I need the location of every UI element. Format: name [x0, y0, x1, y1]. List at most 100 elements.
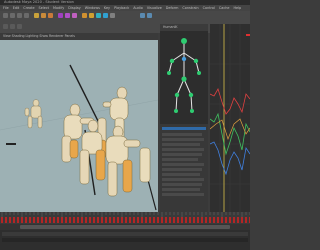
camera-icon[interactable]	[96, 13, 101, 18]
keyframe-marker	[105, 217, 107, 223]
keyframe-marker	[217, 217, 219, 223]
left-elbow-joint[interactable]	[169, 58, 175, 64]
keyframe-marker	[165, 217, 167, 223]
character-main-group	[61, 86, 151, 197]
head-joint[interactable]	[181, 38, 187, 44]
panel-layout-icon[interactable]	[140, 13, 145, 18]
attribute-row[interactable]	[162, 173, 200, 176]
attribute-row[interactable]	[162, 193, 204, 196]
keyframe-marker	[229, 217, 231, 223]
attribute-row[interactable]	[162, 138, 204, 141]
keyframe-marker	[133, 217, 135, 223]
range-bar[interactable]	[20, 225, 230, 229]
ground-marker	[6, 143, 16, 145]
curve-icon[interactable]	[89, 13, 94, 18]
keyframe-marker	[69, 217, 71, 223]
left-hand-joint[interactable]	[167, 71, 171, 75]
attribute-row[interactable]	[162, 188, 200, 191]
scene-render	[0, 64, 158, 211]
keyframe-marker	[77, 217, 79, 223]
keyframe-marker	[29, 217, 31, 223]
keyframe-marker	[65, 217, 67, 223]
scale-tool-icon[interactable]	[24, 13, 29, 18]
channel-box-icon[interactable]	[147, 13, 152, 18]
shelf-tab-anim-icon[interactable]	[10, 24, 15, 29]
ipr-render-icon[interactable]	[65, 13, 70, 18]
shelf-tab-poly-icon[interactable]	[3, 24, 8, 29]
keyframe-marker	[201, 217, 203, 223]
time-slider[interactable]	[0, 212, 250, 224]
keyframe-marker	[61, 217, 63, 223]
left-knee-joint[interactable]	[174, 92, 180, 98]
right-elbow-joint[interactable]	[193, 58, 199, 64]
keyframe-marker	[25, 217, 27, 223]
attribute-row[interactable]	[162, 148, 204, 151]
select-tool-icon[interactable]	[3, 13, 8, 18]
rotate-tool-icon[interactable]	[17, 13, 22, 18]
key-icon[interactable]	[82, 13, 87, 18]
command-line[interactable]	[2, 232, 248, 236]
snap-curve-icon[interactable]	[41, 13, 46, 18]
command-line-area	[0, 230, 250, 250]
attribute-row[interactable]	[162, 178, 204, 181]
keyframe-marker	[73, 217, 75, 223]
right-hand-joint[interactable]	[197, 71, 201, 75]
render-settings-icon[interactable]	[72, 13, 77, 18]
keyframe-marker	[185, 217, 187, 223]
keyframe-marker	[177, 217, 179, 223]
viewport-menu[interactable]: View Shading Lighting Show Renderer Pane…	[3, 34, 75, 38]
character-controls-title: HumanIK	[163, 25, 178, 29]
attribute-row[interactable]	[162, 168, 202, 171]
attribute-row[interactable]	[162, 163, 204, 166]
render-icon[interactable]	[58, 13, 63, 18]
settings-icon[interactable]	[110, 13, 115, 18]
snap-point-icon[interactable]	[48, 13, 53, 18]
animation-curves	[210, 24, 250, 212]
keyframe-marker	[17, 217, 19, 223]
3d-viewport[interactable]	[0, 40, 158, 212]
keyframe-marker	[173, 217, 175, 223]
keyframe-marker	[49, 217, 51, 223]
attribute-row[interactable]	[162, 143, 200, 146]
attribute-row[interactable]	[162, 183, 202, 186]
left-foot-joint[interactable]	[174, 109, 178, 113]
keyframe-marker	[109, 217, 111, 223]
keyframe-marker	[145, 217, 147, 223]
attribute-row[interactable]	[162, 153, 202, 156]
keyframe-marker	[149, 217, 151, 223]
move-tool-icon[interactable]	[10, 13, 15, 18]
keyframe-marker	[153, 217, 155, 223]
shelf-tab-rig-icon[interactable]	[17, 24, 22, 29]
keyframe-marker	[161, 217, 163, 223]
keyframe-marker	[233, 217, 235, 223]
chest-joint[interactable]	[181, 56, 187, 62]
attribute-row[interactable]	[162, 158, 198, 161]
light-icon[interactable]	[103, 13, 108, 18]
keyframe-marker	[93, 217, 95, 223]
keyframe-marker	[113, 217, 115, 223]
keyframe-marker	[221, 217, 223, 223]
keyframe-marker	[237, 217, 239, 223]
keyframe-marker	[1, 217, 3, 223]
hips-joint[interactable]	[181, 76, 187, 82]
keyframe-marker	[225, 217, 227, 223]
help-line	[2, 238, 248, 242]
attribute-row[interactable]	[162, 133, 202, 136]
keyframe-marker	[181, 217, 183, 223]
keyframe-marker	[89, 217, 91, 223]
right-foot-joint[interactable]	[190, 109, 194, 113]
keyframe-marker	[121, 217, 123, 223]
skeleton-picker-panel	[160, 31, 208, 124]
attribute-panel	[160, 124, 208, 212]
keyframe-marker	[45, 217, 47, 223]
right-knee-joint[interactable]	[188, 92, 194, 98]
keyframe-marker	[189, 217, 191, 223]
graph-editor[interactable]	[210, 24, 250, 212]
keyframe-marker	[117, 217, 119, 223]
keyframe-marker	[193, 217, 195, 223]
timeline-keys	[1, 212, 250, 223]
keyframe-marker	[37, 217, 39, 223]
keyframe-marker	[241, 217, 243, 223]
selected-attribute-row[interactable]	[162, 127, 206, 130]
snap-grid-icon[interactable]	[34, 13, 39, 18]
